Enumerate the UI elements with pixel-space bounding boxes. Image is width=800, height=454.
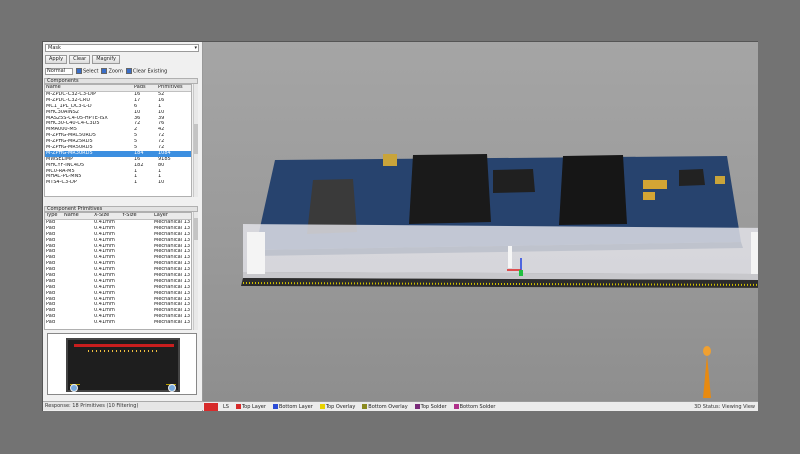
layer-tab[interactable]: Top Solder (413, 403, 449, 411)
pcb-3d-render (241, 154, 758, 398)
filter-mode-value: Mask (48, 45, 61, 51)
chip (493, 169, 535, 193)
component-pads: 1 (134, 180, 138, 186)
primitive-row[interactable]: Pad 0.41mm Mechanical 13 (45, 320, 191, 326)
col-name[interactable]: Name (63, 213, 93, 219)
chip-cluster (409, 154, 491, 224)
components-table-header: Name Pads Primitives (45, 85, 191, 92)
primitive-xsize: 0.41mm (94, 320, 115, 326)
board-preview[interactable] (47, 333, 197, 395)
capacitor (655, 180, 667, 189)
mask-options: Normal Select Zoom Clear Existing (45, 67, 167, 75)
col-name[interactable]: Name (45, 85, 133, 91)
layer-tab[interactable]: Top Layer (234, 403, 268, 411)
layer-color-swatch (235, 404, 241, 409)
layer-color-swatch (453, 404, 459, 409)
chevron-down-icon: ▾ (194, 45, 197, 51)
capacitor (383, 154, 397, 166)
col-ysize[interactable]: Y-Size (121, 213, 153, 219)
components-scrollbar[interactable] (193, 84, 198, 197)
pcb-panel: Mask ▾ Apply Clear Magnify Normal Select… (43, 42, 203, 411)
panel-status-text: Response: 18 Primitives (10 Filtering) (43, 401, 203, 410)
capacitor (643, 192, 655, 200)
layer-tab[interactable]: Top Overlay (318, 403, 357, 411)
component-row[interactable]: MTS4-C3-DP 1 10 (45, 180, 191, 186)
primitive-layer: Mechanical 13 (154, 320, 191, 326)
layer-label: Top Layer (241, 403, 266, 410)
layer-tab[interactable]: Bottom Overlay (360, 403, 409, 411)
primitives-table[interactable]: Type Name X-Size Y-Size Layer Pad 0.41mm M… (44, 212, 192, 330)
scroll-thumb[interactable] (194, 218, 198, 240)
layer-tab[interactable]: Bottom Layer (271, 403, 315, 411)
pcb-3d-view[interactable] (203, 42, 758, 401)
layer-label: Bottom Solder (459, 403, 496, 410)
axis-y (519, 270, 523, 276)
layer-tab-all[interactable]: LS (221, 403, 231, 411)
layer-color-swatch (272, 404, 278, 409)
checkbox-icon (101, 67, 108, 74)
zoom-checkbox[interactable]: Zoom (101, 67, 123, 74)
primitive-ysize (121, 320, 153, 326)
chip (679, 169, 705, 186)
components-table[interactable]: Name Pads Primitives M-ZPDC-C32-C3-DIP 16… (44, 84, 192, 197)
layer-tab[interactable]: Bottom Solder (452, 403, 498, 411)
view-status-text: 3D Status: Viewing View (694, 403, 755, 410)
dimm-socket (243, 224, 758, 274)
checkbox-icon (76, 67, 82, 74)
board-outline (66, 338, 180, 392)
selection-highlight (74, 344, 174, 347)
capacitor (715, 176, 725, 184)
mask-mode-select[interactable]: Normal (45, 67, 73, 75)
primitives-scrollbar[interactable] (193, 212, 198, 330)
layer-label: Bottom Layer (278, 403, 313, 410)
layer-label: Bottom Overlay (368, 403, 408, 410)
select-checkbox[interactable]: Select (76, 67, 98, 74)
light-cone (703, 355, 711, 398)
mounting-hole (70, 384, 78, 392)
socket-key (508, 246, 512, 268)
primitive-name (63, 320, 93, 326)
capacitor (643, 180, 655, 189)
connector-pads (88, 350, 158, 352)
mounting-hole (168, 384, 176, 392)
scroll-thumb[interactable] (194, 124, 198, 154)
clear-button[interactable]: Clear (69, 55, 91, 64)
magnify-button[interactable]: Magnify (92, 55, 120, 64)
col-primitives[interactable]: Primitives (157, 85, 191, 91)
layer-label: Top Overlay (325, 403, 356, 410)
filter-buttons: Apply Clear Magnify (45, 55, 120, 64)
app-window: Mask ▾ Apply Clear Magnify Normal Select… (42, 41, 758, 411)
chip-cluster (559, 155, 627, 225)
filter-mode-dropdown[interactable]: Mask ▾ (45, 44, 199, 52)
layer-color-swatch (319, 404, 325, 409)
layer-color-swatch (414, 404, 420, 409)
component-primitives: 10 (158, 180, 165, 186)
apply-button[interactable]: Apply (45, 55, 68, 64)
col-pads[interactable]: Pads (133, 85, 157, 91)
col-layer[interactable]: Layer (153, 213, 191, 219)
socket-latch (751, 232, 758, 274)
col-xsize[interactable]: X-Size (93, 213, 121, 219)
layer-color-swatch (362, 404, 368, 409)
col-type[interactable]: Type (45, 213, 63, 219)
light-cone-top (703, 346, 711, 356)
checkbox-icon (125, 67, 132, 74)
layer-tabs-bar: LS Top Layer Bottom Layer Top Overlay Botto… (203, 401, 758, 411)
component-name: MTS4-C3-DP (46, 180, 77, 186)
primitive-type: Pad (46, 320, 56, 326)
current-layer-indicator[interactable] (204, 402, 218, 411)
clear-existing-checkbox[interactable]: Clear Existing (125, 67, 167, 74)
socket-latch (247, 232, 265, 274)
layer-label: Top Solder (420, 403, 447, 410)
primitives-table-header: Type Name X-Size Y-Size Layer (45, 213, 191, 220)
